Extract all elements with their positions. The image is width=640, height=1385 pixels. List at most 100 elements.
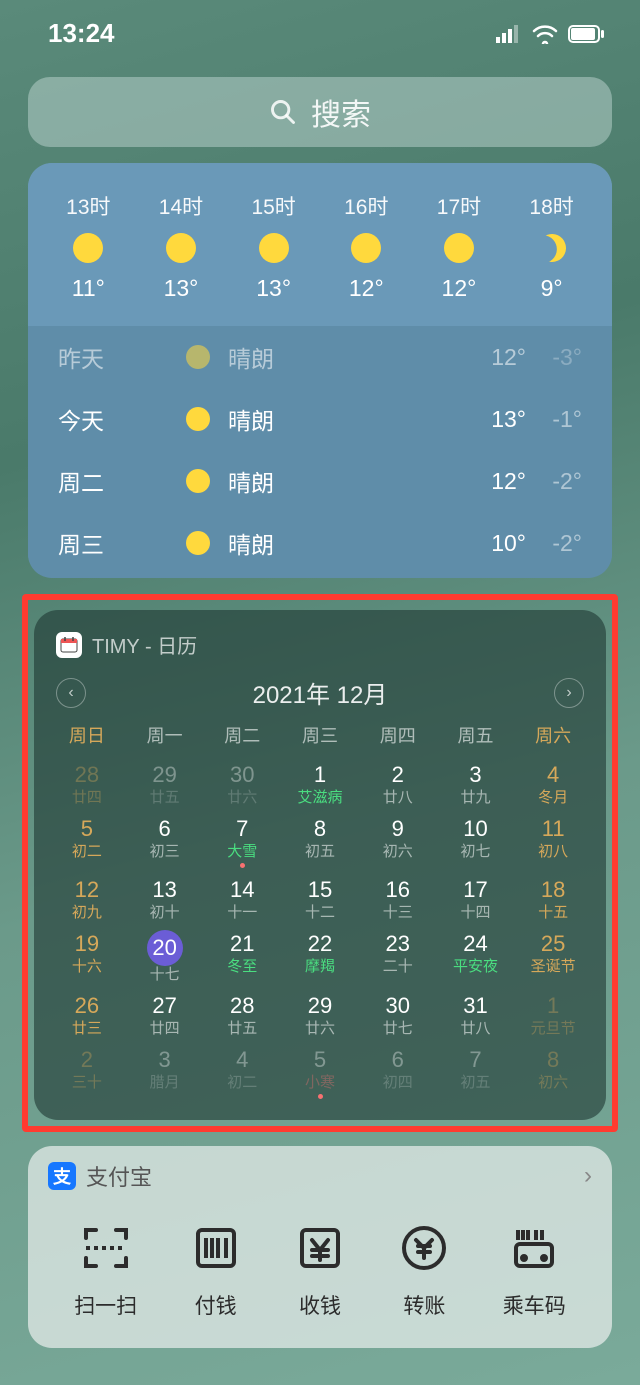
calendar-day[interactable]: 28 廿四 [48,756,126,810]
sun-icon [186,345,210,369]
hour-temp: 13° [159,275,203,302]
day-subtitle: 廿八 [437,1020,515,1038]
calendar-day[interactable]: 1 元旦节 [514,987,592,1041]
day-number: 30 [203,761,281,789]
calendar-day[interactable]: 31 廿八 [437,987,515,1041]
sun-icon [186,531,210,555]
battery-icon [568,25,604,43]
search-bar[interactable]: 搜索 [28,77,612,147]
hour-time: 13时 [66,191,110,221]
alipay-pay-button[interactable]: 付钱 [190,1220,242,1320]
action-label: 收钱 [294,1290,346,1320]
calendar-day[interactable]: 6 初三 [126,810,204,871]
calendar-day[interactable]: 13 初十 [126,871,204,925]
calendar-day[interactable]: 12 初九 [48,871,126,925]
day-number: 20 [147,930,183,966]
calendar-day[interactable]: 8 初五 [281,810,359,871]
calendar-widget[interactable]: TIMY - 日历 ‹ 2021年 12月 › 周日周一周二周三周四周五周六 2… [34,610,606,1120]
day-number: 29 [281,992,359,1020]
day-number: 6 [126,815,204,843]
day-number: 15 [281,876,359,904]
calendar-day[interactable]: 28 廿五 [203,987,281,1041]
weekday-header: 周三 [281,718,359,756]
alipay-title: 支付宝 [86,1160,152,1192]
hourly-item: 16时 12° [344,191,388,302]
prev-month-button[interactable]: ‹ [56,678,86,708]
day-high: 10° [466,530,526,557]
status-indicators [496,24,604,44]
day-condition: 晴朗 [228,402,466,436]
calendar-day[interactable]: 29 廿六 [281,987,359,1041]
calendar-day[interactable]: 7 初五 [437,1041,515,1102]
calendar-app-name: TIMY - 日历 [92,630,197,659]
calendar-day[interactable]: 21 冬至 [203,925,281,987]
day-number: 4 [203,1046,281,1074]
day-subtitle: 廿六 [281,1020,359,1038]
calendar-day[interactable]: 29 廿五 [126,756,204,810]
calendar-day[interactable]: 17 十四 [437,871,515,925]
day-subtitle: 十三 [359,904,437,922]
calendar-day[interactable]: 19 十六 [48,925,126,987]
day-number: 17 [437,876,515,904]
calendar-day[interactable]: 16 十三 [359,871,437,925]
day-subtitle: 廿五 [203,1020,281,1038]
calendar-day[interactable]: 7 大雪 [203,810,281,871]
calendar-day[interactable]: 9 初六 [359,810,437,871]
calendar-day[interactable]: 1 艾滋病 [281,756,359,810]
day-number: 25 [514,930,592,958]
alipay-scan-button[interactable]: 扫一扫 [74,1220,137,1320]
status-bar: 13:24 [0,0,640,55]
calendar-day[interactable]: 5 初二 [48,810,126,871]
day-subtitle: 廿四 [126,1020,204,1038]
day-subtitle: 元旦节 [514,1020,592,1038]
calendar-day[interactable]: 5 小寒 [281,1041,359,1102]
calendar-day[interactable]: 2 三十 [48,1041,126,1102]
calendar-day[interactable]: 2 廿八 [359,756,437,810]
calendar-day[interactable]: 14 十一 [203,871,281,925]
day-subtitle: 十四 [437,904,515,922]
day-low: -2° [526,530,582,557]
chevron-right-icon[interactable]: › [584,1162,592,1190]
calendar-day[interactable]: 30 廿六 [203,756,281,810]
calendar-day[interactable]: 3 廿九 [437,756,515,810]
day-subtitle: 廿六 [203,789,281,807]
calendar-day[interactable]: 4 初二 [203,1041,281,1102]
day-subtitle: 初四 [359,1074,437,1092]
calendar-day[interactable]: 11 初八 [514,810,592,871]
calendar-day[interactable]: 22 摩羯 [281,925,359,987]
day-subtitle: 十二 [281,904,359,922]
day-subtitle: 冬月 [514,789,592,807]
calendar-day[interactable]: 25 圣诞节 [514,925,592,987]
pay-icon [190,1220,242,1276]
day-subtitle: 初二 [48,843,126,861]
day-subtitle: 大雪 [203,843,281,861]
alipay-collect-button[interactable]: 收钱 [294,1220,346,1320]
weekday-header: 周六 [514,718,592,756]
calendar-day[interactable]: 30 廿七 [359,987,437,1041]
calendar-month-title: 2021年 12月 [253,675,388,710]
search-icon [269,98,297,126]
day-number: 22 [281,930,359,958]
day-condition: 晴朗 [228,526,466,560]
calendar-day[interactable]: 24 平安夜 [437,925,515,987]
alipay-transfer-button[interactable]: 转账 [398,1220,450,1320]
next-month-button[interactable]: › [554,678,584,708]
calendar-day[interactable]: 10 初七 [437,810,515,871]
day-subtitle: 十一 [203,904,281,922]
calendar-day[interactable]: 6 初四 [359,1041,437,1102]
calendar-day[interactable]: 26 廿三 [48,987,126,1041]
calendar-day-today[interactable]: 20 十七 [126,925,204,987]
calendar-day[interactable]: 8 初六 [514,1041,592,1102]
alipay-widget[interactable]: 支 支付宝 › 扫一扫 付钱 收钱 转账 乘车码 [28,1146,612,1348]
calendar-day[interactable]: 3 腊月 [126,1041,204,1102]
calendar-day[interactable]: 4 冬月 [514,756,592,810]
calendar-day[interactable]: 23 二十 [359,925,437,987]
alipay-transit-button[interactable]: 乘车码 [503,1220,566,1320]
day-low: -2° [526,468,582,495]
weather-widget[interactable]: 13时 11°14时 13°15时 13°16时 12°17时 12°18时 9… [28,163,612,578]
calendar-day[interactable]: 18 十五 [514,871,592,925]
day-subtitle: 二十 [359,958,437,976]
hour-time: 17时 [437,191,481,221]
calendar-day[interactable]: 15 十二 [281,871,359,925]
calendar-day[interactable]: 27 廿四 [126,987,204,1041]
